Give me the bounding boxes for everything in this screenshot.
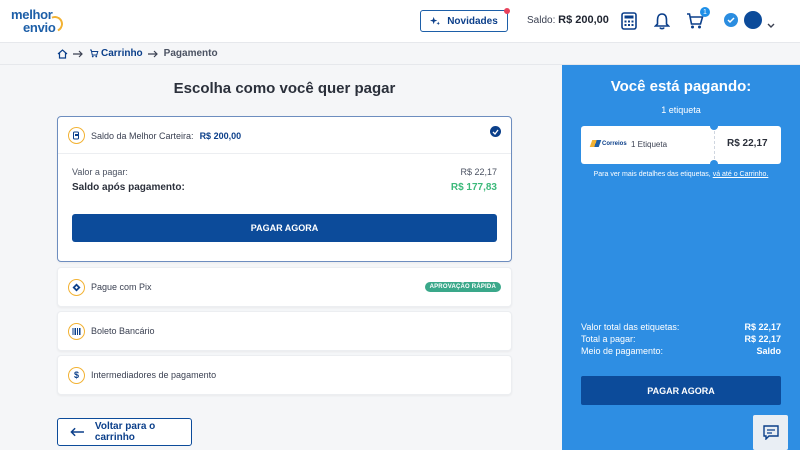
pix-label: Pague com Pix (91, 282, 152, 292)
summary-note-text: Para ver mais detalhes das etiquetas, (593, 171, 711, 178)
arrow-right-icon (73, 50, 83, 57)
payment-summary-panel: Você está pagando: 1 etiqueta Correios 1… (562, 65, 800, 450)
verified-icon (724, 13, 738, 27)
payment-option-pix[interactable]: Pague com Pix APROVAÇÃO RÁPIDA (57, 267, 512, 307)
cart-count-badge: 1 (700, 7, 710, 17)
home-icon[interactable] (57, 48, 68, 59)
back-to-cart-label: Voltar para o carrinho (94, 421, 156, 443)
calculator-button[interactable] (619, 11, 639, 31)
ticket-notch (710, 122, 718, 130)
amount-to-pay-value: R$ 22,17 (460, 167, 497, 177)
user-avatar[interactable] (744, 11, 762, 29)
news-button[interactable]: Novidades (420, 8, 510, 32)
arrow-left-icon (70, 427, 84, 437)
page-title: Escolha como você quer pagar (173, 80, 396, 97)
top-bar: melhor envio Novidades Saldo: R$ 200,00 … (0, 0, 800, 43)
summary-note: Para ver mais detalhes das etiquetas, vá… (562, 171, 800, 178)
arrow-right-icon (147, 50, 158, 57)
chat-icon (762, 425, 779, 440)
summary-row: Meio de pagamento: Saldo (581, 346, 781, 356)
correios-logo: Correios (589, 140, 627, 147)
breadcrumb-cart-label: Carrinho (101, 48, 143, 59)
go-to-cart-link[interactable]: vá até o Carrinho. (713, 171, 769, 178)
intermediaries-label: Intermediadores de pagamento (91, 370, 217, 380)
ticket-price: R$ 22,17 (727, 138, 768, 149)
pix-icon (68, 278, 85, 296)
amount-to-pay-label: Valor a pagar: (72, 167, 128, 177)
correios-mark-icon (589, 140, 602, 147)
ticket-divider (714, 126, 715, 164)
ticket-label: 1 Etiqueta (631, 140, 668, 149)
summary-title: Você está pagando: (610, 78, 752, 95)
bell-icon (654, 13, 670, 30)
summary-row-label: Total a pagar: (581, 334, 636, 344)
notifications-button[interactable] (652, 11, 672, 31)
summary-row-value: R$ 22,17 (744, 322, 781, 332)
sparkle-icon (430, 16, 441, 25)
pay-now-button[interactable]: PAGAR AGORA (72, 214, 497, 242)
summary-row: Valor total das etiquetas: R$ 22,17 (581, 322, 781, 332)
summary-pay-now-button[interactable]: PAGAR AGORA (581, 376, 781, 405)
melhor-envio-logo[interactable]: melhor envio (11, 8, 66, 36)
news-notification-dot (504, 8, 510, 14)
summary-row: Total a pagar: R$ 22,17 (581, 334, 781, 344)
wallet-amount: R$ 200,00 (199, 130, 242, 141)
calculator-icon (621, 12, 637, 30)
summary-row-value: Saldo (756, 346, 781, 356)
summary-label-count: 1 etiqueta (661, 105, 701, 115)
wallet-label: Saldo da Melhor Carteira: (91, 130, 194, 141)
chat-button[interactable] (753, 415, 788, 450)
carrier-name: Correios (602, 140, 627, 147)
amount-to-pay-row: Valor a pagar: R$ 22,17 (72, 167, 497, 177)
payment-option-boleto[interactable]: Boleto Bancário (57, 311, 512, 351)
breadcrumb-current: Pagamento (163, 48, 218, 59)
label-ticket: Correios 1 Etiqueta R$ 22,17 (581, 122, 781, 168)
balance-after-row: Saldo após pagamento: R$ 177,83 (72, 182, 497, 193)
cart-icon (90, 49, 99, 58)
balance-after-label: Saldo após pagamento: (72, 182, 185, 193)
breadcrumb-cart-link[interactable]: Carrinho (89, 48, 143, 59)
breadcrumb: Carrinho Pagamento (0, 43, 800, 65)
wallet-icon (68, 127, 85, 144)
balance-value: R$ 200,00 (558, 14, 609, 26)
ticket-notch (710, 160, 718, 168)
wallet-header: Saldo da Melhor Carteira: R$ 200,00 (68, 127, 241, 144)
chevron-down-icon[interactable] (767, 16, 775, 34)
summary-row-label: Meio de pagamento: (581, 346, 664, 356)
barcode-icon (68, 322, 85, 340)
boleto-label: Boleto Bancário (91, 326, 155, 336)
dollar-icon: $ (68, 366, 85, 384)
selected-check-icon (490, 126, 501, 137)
divider (58, 153, 511, 154)
wallet-payment-card[interactable]: Saldo da Melhor Carteira: R$ 200,00 Valo… (57, 116, 512, 262)
payment-option-intermediaries[interactable]: $ Intermediadores de pagamento (57, 355, 512, 395)
summary-row-value: R$ 22,17 (744, 334, 781, 344)
summary-row-label: Valor total das etiquetas: (581, 322, 680, 332)
balance-label: Saldo: (527, 15, 556, 26)
back-to-cart-button[interactable]: Voltar para o carrinho (57, 418, 192, 446)
header-balance: Saldo: R$ 200,00 (527, 14, 609, 26)
balance-after-value: R$ 177,83 (450, 182, 497, 193)
fast-approval-badge: APROVAÇÃO RÁPIDA (424, 282, 501, 292)
news-label: Novidades (447, 15, 498, 27)
